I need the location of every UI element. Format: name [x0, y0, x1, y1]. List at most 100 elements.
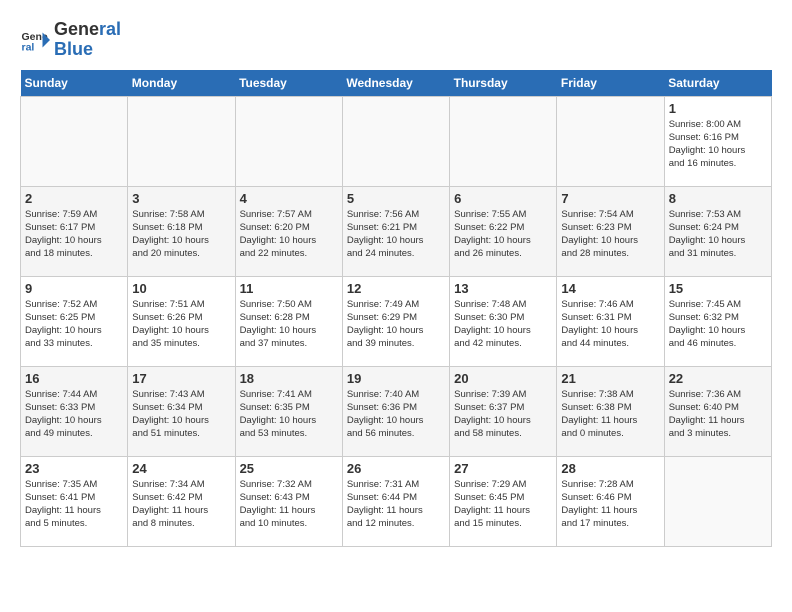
day-info: Sunrise: 7:57 AM Sunset: 6:20 PM Dayligh… — [240, 208, 338, 261]
week-row-0: 1 Sunrise: 8:00 AM Sunset: 6:16 PM Daylig… — [21, 96, 772, 186]
week-row-3: 16 Sunrise: 7:44 AM Sunset: 6:33 PM Dayli… — [21, 366, 772, 456]
calendar-table: SundayMondayTuesdayWednesdayThursdayFrid… — [20, 70, 772, 547]
week-row-1: 2 Sunrise: 7:59 AM Sunset: 6:17 PM Daylig… — [21, 186, 772, 276]
calendar-cell — [128, 96, 235, 186]
logo: Gene ral GeneralBlue — [20, 20, 121, 60]
day-info: Sunrise: 7:59 AM Sunset: 6:17 PM Dayligh… — [25, 208, 123, 261]
logo-text: GeneralBlue — [54, 20, 121, 60]
calendar-cell: 10 Sunrise: 7:51 AM Sunset: 6:26 PM Dayli… — [128, 276, 235, 366]
calendar-cell: 7 Sunrise: 7:54 AM Sunset: 6:23 PM Daylig… — [557, 186, 664, 276]
day-number: 25 — [240, 461, 338, 476]
day-info: Sunrise: 7:48 AM Sunset: 6:30 PM Dayligh… — [454, 298, 552, 351]
calendar-cell — [450, 96, 557, 186]
day-number: 4 — [240, 191, 338, 206]
week-row-2: 9 Sunrise: 7:52 AM Sunset: 6:25 PM Daylig… — [21, 276, 772, 366]
day-info: Sunrise: 7:39 AM Sunset: 6:37 PM Dayligh… — [454, 388, 552, 441]
day-number: 8 — [669, 191, 767, 206]
calendar-cell: 25 Sunrise: 7:32 AM Sunset: 6:43 PM Dayli… — [235, 456, 342, 546]
day-number: 10 — [132, 281, 230, 296]
weekday-header-sunday: Sunday — [21, 70, 128, 97]
day-info: Sunrise: 7:52 AM Sunset: 6:25 PM Dayligh… — [25, 298, 123, 351]
day-info: Sunrise: 7:46 AM Sunset: 6:31 PM Dayligh… — [561, 298, 659, 351]
calendar-cell: 22 Sunrise: 7:36 AM Sunset: 6:40 PM Dayli… — [664, 366, 771, 456]
day-info: Sunrise: 8:00 AM Sunset: 6:16 PM Dayligh… — [669, 118, 767, 171]
day-info: Sunrise: 7:58 AM Sunset: 6:18 PM Dayligh… — [132, 208, 230, 261]
day-number: 24 — [132, 461, 230, 476]
calendar-cell: 17Sunrise: 7:43 AM Sunset: 6:34 PM Dayli… — [128, 366, 235, 456]
calendar-cell: 1 Sunrise: 8:00 AM Sunset: 6:16 PM Daylig… — [664, 96, 771, 186]
day-info: Sunrise: 7:44 AM Sunset: 6:33 PM Dayligh… — [25, 388, 123, 441]
weekday-header-wednesday: Wednesday — [342, 70, 449, 97]
day-number: 7 — [561, 191, 659, 206]
calendar-cell: 4 Sunrise: 7:57 AM Sunset: 6:20 PM Daylig… — [235, 186, 342, 276]
calendar-cell: 14Sunrise: 7:46 AM Sunset: 6:31 PM Dayli… — [557, 276, 664, 366]
day-info: Sunrise: 7:53 AM Sunset: 6:24 PM Dayligh… — [669, 208, 767, 261]
calendar-cell — [342, 96, 449, 186]
day-info: Sunrise: 7:36 AM Sunset: 6:40 PM Dayligh… — [669, 388, 767, 441]
day-number: 3 — [132, 191, 230, 206]
day-info: Sunrise: 7:49 AM Sunset: 6:29 PM Dayligh… — [347, 298, 445, 351]
calendar-cell: 18 Sunrise: 7:41 AM Sunset: 6:35 PM Dayli… — [235, 366, 342, 456]
weekday-header-monday: Monday — [128, 70, 235, 97]
calendar-cell: 23 Sunrise: 7:35 AM Sunset: 6:41 PM Dayli… — [21, 456, 128, 546]
calendar-body: 1 Sunrise: 8:00 AM Sunset: 6:16 PM Daylig… — [21, 96, 772, 546]
day-number: 17 — [132, 371, 230, 386]
day-number: 22 — [669, 371, 767, 386]
day-info: Sunrise: 7:38 AM Sunset: 6:38 PM Dayligh… — [561, 388, 659, 441]
day-number: 1 — [669, 101, 767, 116]
day-info: Sunrise: 7:31 AM Sunset: 6:44 PM Dayligh… — [347, 478, 445, 531]
day-number: 12 — [347, 281, 445, 296]
day-info: Sunrise: 7:32 AM Sunset: 6:43 PM Dayligh… — [240, 478, 338, 531]
calendar-cell: 3 Sunrise: 7:58 AM Sunset: 6:18 PM Daylig… — [128, 186, 235, 276]
calendar-cell: 9 Sunrise: 7:52 AM Sunset: 6:25 PM Daylig… — [21, 276, 128, 366]
calendar-cell: 28Sunrise: 7:28 AM Sunset: 6:46 PM Dayli… — [557, 456, 664, 546]
day-number: 9 — [25, 281, 123, 296]
day-info: Sunrise: 7:34 AM Sunset: 6:42 PM Dayligh… — [132, 478, 230, 531]
day-number: 27 — [454, 461, 552, 476]
weekday-header-row: SundayMondayTuesdayWednesdayThursdayFrid… — [21, 70, 772, 97]
calendar-cell: 11 Sunrise: 7:50 AM Sunset: 6:28 PM Dayli… — [235, 276, 342, 366]
day-info: Sunrise: 7:41 AM Sunset: 6:35 PM Dayligh… — [240, 388, 338, 441]
day-number: 16 — [25, 371, 123, 386]
svg-text:ral: ral — [22, 41, 35, 53]
week-row-4: 23 Sunrise: 7:35 AM Sunset: 6:41 PM Dayli… — [21, 456, 772, 546]
day-number: 15 — [669, 281, 767, 296]
calendar-cell: 8 Sunrise: 7:53 AM Sunset: 6:24 PM Daylig… — [664, 186, 771, 276]
weekday-header-saturday: Saturday — [664, 70, 771, 97]
calendar-cell: 24 Sunrise: 7:34 AM Sunset: 6:42 PM Dayli… — [128, 456, 235, 546]
calendar-cell: 26 Sunrise: 7:31 AM Sunset: 6:44 PM Dayli… — [342, 456, 449, 546]
day-number: 11 — [240, 281, 338, 296]
day-number: 26 — [347, 461, 445, 476]
day-number: 5 — [347, 191, 445, 206]
day-info: Sunrise: 7:28 AM Sunset: 6:46 PM Dayligh… — [561, 478, 659, 531]
logo-icon: Gene ral — [20, 25, 50, 55]
calendar-cell — [557, 96, 664, 186]
day-number: 19 — [347, 371, 445, 386]
weekday-header-friday: Friday — [557, 70, 664, 97]
day-number: 20 — [454, 371, 552, 386]
calendar-cell: 16 Sunrise: 7:44 AM Sunset: 6:33 PM Dayli… — [21, 366, 128, 456]
day-info: Sunrise: 7:35 AM Sunset: 6:41 PM Dayligh… — [25, 478, 123, 531]
calendar-cell — [664, 456, 771, 546]
day-info: Sunrise: 7:54 AM Sunset: 6:23 PM Dayligh… — [561, 208, 659, 261]
day-info: Sunrise: 7:45 AM Sunset: 6:32 PM Dayligh… — [669, 298, 767, 351]
weekday-header-tuesday: Tuesday — [235, 70, 342, 97]
day-number: 18 — [240, 371, 338, 386]
calendar-cell: 6 Sunrise: 7:55 AM Sunset: 6:22 PM Daylig… — [450, 186, 557, 276]
calendar-cell — [235, 96, 342, 186]
calendar-cell: 19 Sunrise: 7:40 AM Sunset: 6:36 PM Dayli… — [342, 366, 449, 456]
day-info: Sunrise: 7:50 AM Sunset: 6:28 PM Dayligh… — [240, 298, 338, 351]
day-number: 21 — [561, 371, 659, 386]
day-info: Sunrise: 7:51 AM Sunset: 6:26 PM Dayligh… — [132, 298, 230, 351]
calendar-cell: 12 Sunrise: 7:49 AM Sunset: 6:29 PM Dayli… — [342, 276, 449, 366]
weekday-header-thursday: Thursday — [450, 70, 557, 97]
day-number: 6 — [454, 191, 552, 206]
day-number: 2 — [25, 191, 123, 206]
day-number: 13 — [454, 281, 552, 296]
day-info: Sunrise: 7:56 AM Sunset: 6:21 PM Dayligh… — [347, 208, 445, 261]
calendar-cell: 2 Sunrise: 7:59 AM Sunset: 6:17 PM Daylig… — [21, 186, 128, 276]
day-number: 23 — [25, 461, 123, 476]
page-header: Gene ral GeneralBlue — [20, 20, 772, 60]
day-info: Sunrise: 7:40 AM Sunset: 6:36 PM Dayligh… — [347, 388, 445, 441]
day-info: Sunrise: 7:55 AM Sunset: 6:22 PM Dayligh… — [454, 208, 552, 261]
